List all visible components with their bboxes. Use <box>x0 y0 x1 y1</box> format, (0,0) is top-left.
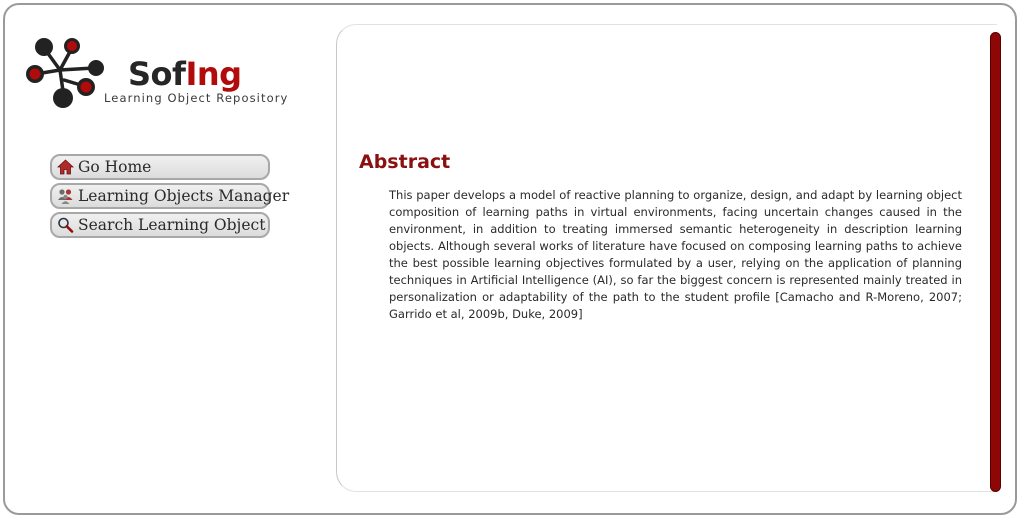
vertical-scrollbar[interactable] <box>990 32 1001 492</box>
side-nav: Go Home Learning Objects Manager Search … <box>50 154 289 241</box>
nav-item-label: Search Learning Object <box>78 216 266 234</box>
nav-go-home-button[interactable]: Go Home <box>50 154 270 180</box>
abstract-body: This paper develops a model of reactive … <box>389 188 962 321</box>
nav-item-label: Learning Objects Manager <box>78 187 290 205</box>
nav-search-learning-object-button[interactable]: Search Learning Object <box>50 212 270 238</box>
users-icon <box>58 189 73 204</box>
logo-tagline: Learning Object Repository <box>104 91 289 105</box>
nav-learning-objects-manager-button[interactable]: Learning Objects Manager <box>50 183 289 209</box>
brand-part-2: Ing <box>185 55 242 93</box>
abstract-heading: Abstract <box>359 151 451 173</box>
brand-name: SofIng <box>128 54 242 94</box>
brand-part-1: Sof <box>128 55 186 93</box>
home-icon <box>57 159 74 175</box>
nav-item-label: Go Home <box>78 158 152 176</box>
molecule-logo-icon <box>26 38 104 108</box>
logo: SofIng Learning Object Repository <box>24 36 324 112</box>
search-icon <box>58 217 74 233</box>
